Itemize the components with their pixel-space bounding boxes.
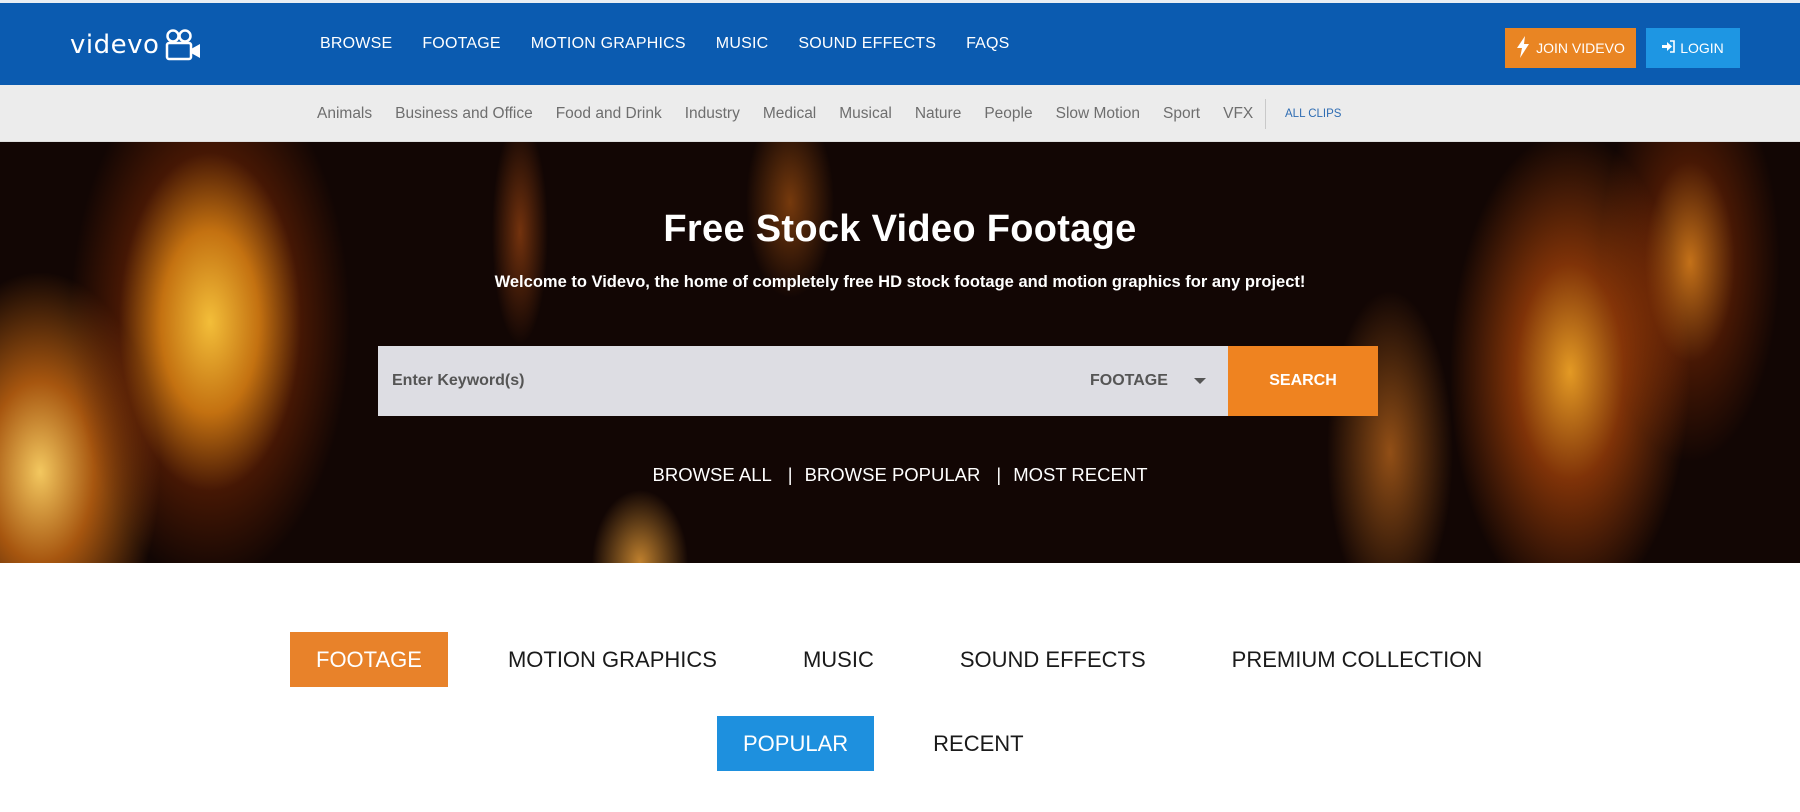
most-recent-link[interactable]: MOST RECENT [1013,464,1147,486]
lightning-icon [1516,35,1530,61]
nav-browse[interactable]: BROWSE [320,35,392,53]
category-nature[interactable]: Nature [915,105,962,123]
sign-in-icon [1662,40,1676,56]
join-videvo-button[interactable]: JOIN VIDEVO [1505,28,1636,68]
tab-footage[interactable]: FOOTAGE [290,632,448,687]
category-medical[interactable]: Medical [763,105,816,123]
category-people[interactable]: People [984,105,1032,123]
video-camera-icon [165,29,203,61]
hero-title: Free Stock Video Footage [663,208,1137,250]
nav-sound-effects[interactable]: SOUND EFFECTS [798,35,936,53]
hero-banner: Free Stock Video Footage Welcome to Vide… [0,142,1800,563]
browse-all-link[interactable]: BROWSE ALL [653,464,772,486]
browse-popular-link[interactable]: BROWSE POPULAR [805,464,981,486]
category-list: Animals Business and Office Food and Dri… [317,85,1276,142]
nav-music[interactable]: MUSIC [716,35,769,53]
category-musical[interactable]: Musical [839,105,892,123]
category-business-and-office[interactable]: Business and Office [395,105,533,123]
logo[interactable]: videvo [70,25,203,65]
nav-motion-graphics[interactable]: MOTION GRAPHICS [531,35,686,53]
category-animals[interactable]: Animals [317,105,372,123]
media-type-value: FOOTAGE [1090,372,1168,389]
link-separator: | [787,464,793,485]
hero-subtitle: Welcome to Videvo, the home of completel… [494,273,1306,291]
logo-text: videvo [70,30,160,60]
media-type-select[interactable]: FOOTAGE [1088,346,1228,416]
sort-tabs: POPULAR RECENT [717,716,1083,771]
top-navbar: videvo BROWSE FOOTAGE MOTION GRAPHICS MU… [0,0,1800,85]
search-input[interactable] [378,346,1088,416]
search-bar: FOOTAGE SEARCH [378,346,1378,416]
link-separator: | [996,464,1002,485]
main-nav: BROWSE FOOTAGE MOTION GRAPHICS MUSIC SOU… [320,3,1040,85]
hero-quick-links: BROWSE ALL | BROWSE POPULAR | MOST RECEN… [0,464,1800,486]
nav-faqs[interactable]: FAQS [966,35,1009,53]
category-divider [1265,99,1266,129]
category-sport[interactable]: Sport [1163,105,1200,123]
tab-motion-graphics[interactable]: MOTION GRAPHICS [482,632,743,687]
search-button[interactable]: SEARCH [1228,346,1378,416]
content-tabs: FOOTAGE MOTION GRAPHICS MUSIC SOUND EFFE… [290,632,1542,687]
tab-sound-effects[interactable]: SOUND EFFECTS [934,632,1172,687]
tab-popular[interactable]: POPULAR [717,716,875,771]
chevron-down-icon [1193,378,1206,384]
all-clips-link[interactable]: ALL CLIPS [1285,85,1341,142]
tab-recent[interactable]: RECENT [907,716,1049,771]
category-industry[interactable]: Industry [685,105,740,123]
category-vfx[interactable]: VFX [1223,105,1253,123]
tab-music[interactable]: MUSIC [777,632,900,687]
category-slow-motion[interactable]: Slow Motion [1056,105,1140,123]
login-label: LOGIN [1680,40,1724,56]
join-label: JOIN VIDEVO [1536,40,1625,56]
category-bar: Animals Business and Office Food and Dri… [0,85,1800,142]
nav-footage[interactable]: FOOTAGE [422,35,500,53]
tab-premium-collection[interactable]: PREMIUM COLLECTION [1206,632,1509,687]
login-button[interactable]: LOGIN [1646,28,1740,68]
category-food-and-drink[interactable]: Food and Drink [556,105,662,123]
